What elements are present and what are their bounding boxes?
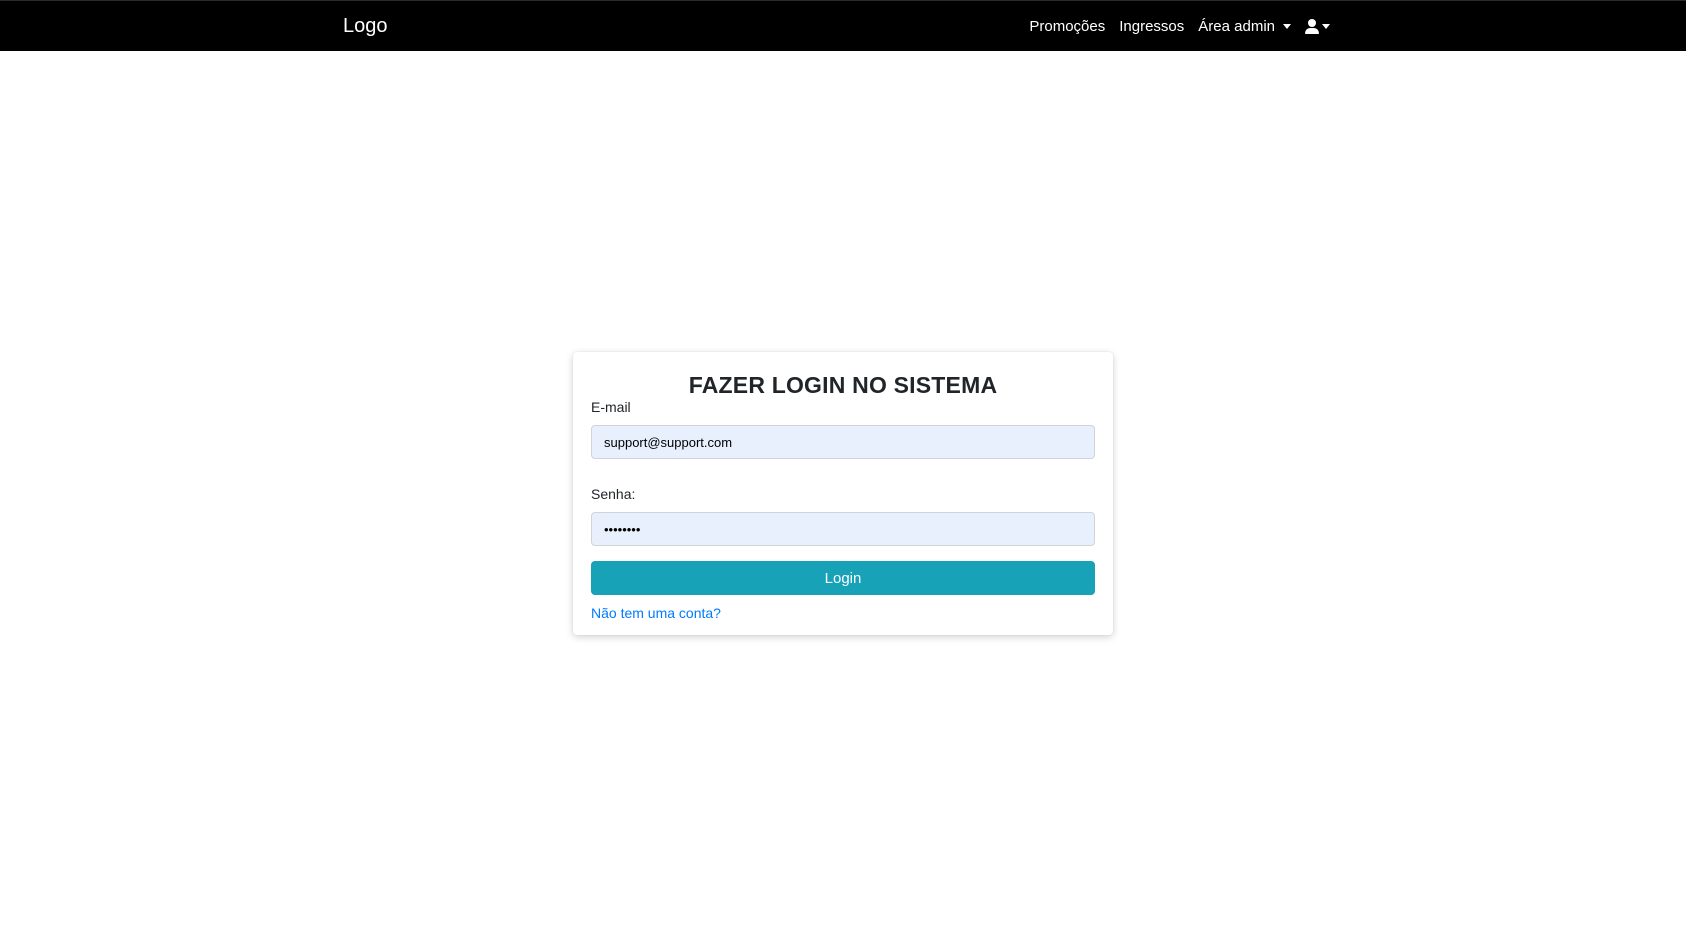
nav-links: Promoções Ingressos Área admin xyxy=(1022,1,1337,52)
navbar: Logo Promoções Ingressos Área admin xyxy=(0,0,1686,51)
signup-link[interactable]: Não tem uma conta? xyxy=(591,605,721,621)
user-menu-dropdown[interactable] xyxy=(1298,19,1337,34)
chevron-down-icon xyxy=(1283,24,1291,29)
chevron-down-icon xyxy=(1322,24,1330,29)
password-field[interactable] xyxy=(591,512,1095,546)
password-label: Senha: xyxy=(591,486,636,502)
email-field[interactable] xyxy=(591,425,1095,459)
email-label: E-mail xyxy=(591,399,631,415)
nav-link-ingressos[interactable]: Ingressos xyxy=(1112,18,1191,35)
area-admin-label: Área admin xyxy=(1198,18,1275,35)
user-icon xyxy=(1305,19,1319,34)
login-title: FAZER LOGIN NO SISTEMA xyxy=(688,372,998,398)
nav-link-promocoes[interactable]: Promoções xyxy=(1022,18,1112,35)
login-button[interactable]: Login xyxy=(591,561,1095,595)
brand-logo[interactable]: Logo xyxy=(343,15,388,38)
nav-dropdown-area-admin[interactable]: Área admin xyxy=(1191,18,1298,35)
login-card: FAZER LOGIN NO SISTEMA E-mail Senha: Log… xyxy=(573,352,1113,635)
